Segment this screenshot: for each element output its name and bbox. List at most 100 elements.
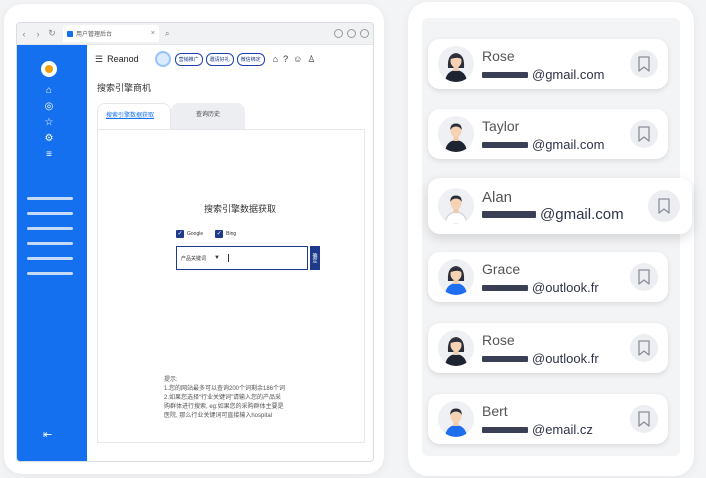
sidebar-item[interactable] (27, 212, 73, 215)
avatar (438, 188, 474, 224)
search-icon[interactable]: ⌕ (165, 29, 169, 39)
user-icon[interactable]: ♙ (307, 54, 315, 65)
check-icon: ✓ (215, 230, 224, 238)
contact-email: @gmail.com (482, 206, 624, 223)
logout-icon[interactable]: ⇤ (43, 428, 52, 441)
email-domain: @email.cz (532, 422, 593, 437)
contact-name: Bert (482, 403, 508, 419)
checkbox-google[interactable]: ✓ Google (176, 230, 203, 238)
contact-card[interactable]: Taylor @gmail.com (428, 109, 668, 159)
hint-line: 1.您的网站最多可以查询200个词剩余186个词 (164, 386, 286, 392)
home-outline-icon[interactable]: ⌂ (273, 54, 278, 65)
email-mask (482, 284, 528, 291)
composite-stage: ‹ › ↻ 用户管理后台 × ⌕ ⌂ ◎ ☆ ⚙ ≡ ⇤ ☰ Reanod 营销… (0, 0, 706, 478)
contact-name: Rose (482, 332, 515, 348)
tabs: 搜索引擎数据获取 查询历史 (97, 103, 245, 129)
app-sidebar: ⌂ ◎ ☆ ⚙ ≡ ⇤ (17, 45, 87, 461)
chat-icon[interactable]: ◎ (45, 101, 54, 112)
bookmark-button[interactable] (630, 405, 658, 433)
check-icon: ✓ (176, 230, 184, 238)
pill-marketing[interactable]: 营销推广 (174, 52, 203, 66)
contact-email: @email.cz (482, 422, 593, 437)
avatar (438, 401, 474, 437)
bookmark-button[interactable] (630, 50, 658, 78)
bookmark-button[interactable] (630, 334, 658, 362)
pill-wechat[interactable]: 微信绑定 (236, 52, 265, 66)
back-icon[interactable]: ‹ (17, 23, 31, 45)
female-avatar-icon (438, 259, 474, 295)
star-icon[interactable]: ☆ (45, 117, 54, 128)
contact-email: @gmail.com (482, 137, 604, 152)
sidebar-item[interactable] (27, 227, 73, 230)
phone-frame: Rose @gmail.com Taylor @gmail.com Alan @… (408, 2, 694, 476)
contact-name: Alan (482, 189, 513, 206)
avatar (438, 116, 474, 152)
chevron-down-icon[interactable]: ▼ (214, 255, 220, 261)
sidebar-item[interactable] (27, 272, 73, 275)
bookmark-icon (638, 126, 650, 142)
sidebar-item[interactable] (27, 242, 73, 245)
pill-invite[interactable]: 邀请好礼 (205, 52, 234, 66)
email-domain: @gmail.com (532, 137, 605, 152)
browser-toolbar-right (334, 29, 373, 38)
text-cursor (227, 254, 229, 262)
extension-icon[interactable] (360, 29, 369, 38)
sidebar-placeholder-items (27, 197, 73, 275)
menu-icon[interactable]: ≡ (46, 149, 52, 160)
hamburger-icon[interactable]: ☰ (95, 54, 103, 65)
contact-card[interactable]: Rose @gmail.com (428, 39, 668, 89)
assistant-bot-icon[interactable] (154, 51, 171, 67)
globe-icon[interactable] (347, 29, 356, 38)
avatar[interactable] (41, 61, 57, 77)
contact-card[interactable]: Rose @outlook.fr (428, 323, 668, 373)
email-mask (482, 355, 528, 362)
avatar (438, 330, 474, 366)
reload-icon[interactable]: ↻ (45, 23, 59, 45)
hint-text: 提示: 1.您的网站最多可以查询200个词剩余186个词 2.如果您选择“行业关… (164, 376, 324, 421)
history-icon[interactable] (334, 29, 343, 38)
keyword-input[interactable]: 产品关键词 ▼ (176, 246, 308, 270)
forward-icon[interactable]: › (31, 23, 45, 45)
female-avatar-icon (438, 330, 474, 366)
tab-history[interactable]: 查询历史 (171, 103, 245, 129)
panel-title: 搜索引擎数据获取 (204, 204, 277, 214)
tab-search-engine[interactable]: 搜索引擎数据获取 (97, 103, 171, 129)
contact-card[interactable]: Bert @email.cz (428, 394, 668, 444)
browser-window: ‹ › ↻ 用户管理后台 × ⌕ ⌂ ◎ ☆ ⚙ ≡ ⇤ ☰ Reanod 营销… (16, 22, 374, 462)
bookmark-button[interactable] (630, 263, 658, 291)
checkbox-label: Google (187, 231, 204, 237)
bookmark-icon (658, 198, 670, 214)
sidebar-item[interactable] (27, 257, 73, 260)
page-title: 搜索引擎商机 (97, 83, 152, 93)
male-avatar-icon (438, 188, 474, 224)
contact-email: @outlook.fr (482, 351, 599, 366)
checkbox-bing[interactable]: ✓ Bing (215, 230, 236, 238)
male-avatar-icon (438, 401, 474, 437)
browser-tab[interactable]: 用户管理后台 × (63, 25, 159, 42)
hint-line: 2.如果您选择“行业关键词”请输入您的产品采 (164, 395, 282, 401)
keyword-type-select[interactable]: 产品关键词 (181, 255, 206, 262)
tablet-frame: ‹ › ↻ 用户管理后台 × ⌕ ⌂ ◎ ☆ ⚙ ≡ ⇤ ☰ Reanod 营销… (4, 4, 384, 474)
contact-email: @gmail.com (482, 67, 604, 82)
top-pills: 营销推广 邀请好礼 微信绑定 (174, 52, 265, 66)
close-tab-icon[interactable]: × (151, 30, 155, 37)
contact-card[interactable]: Grace @outlook.fr (428, 252, 668, 302)
hint-line: 提示: (164, 377, 178, 383)
search-panel: 搜索引擎数据获取 ✓ Google ✓ Bing 产品关键词 ▼ 确定 提示: 1.… (97, 129, 365, 443)
app-topbar: ☰ Reanod 营销推广 邀请好礼 微信绑定 ⌂ ? ☺ ♙ (87, 45, 373, 73)
contact-card-highlighted[interactable]: Alan @gmail.com (428, 178, 692, 234)
female-avatar-icon (438, 46, 474, 82)
message-icon[interactable]: ☺ (293, 54, 302, 65)
bookmark-button[interactable] (648, 190, 680, 222)
checkbox-label: Bing (226, 231, 237, 237)
favicon-icon (67, 30, 73, 37)
help-icon[interactable]: ? (283, 54, 288, 65)
bookmark-button[interactable] (630, 120, 658, 148)
sidebar-item[interactable] (27, 197, 73, 200)
confirm-button[interactable]: 确定 (310, 246, 320, 270)
contact-name: Rose (482, 48, 515, 64)
gear-icon[interactable]: ⚙ (45, 133, 54, 144)
hint-line: 医院, 那么行业关键词可直接输入hospital (164, 413, 273, 419)
top-icons: ⌂ ? ☺ ♙ (273, 54, 316, 65)
home-icon[interactable]: ⌂ (46, 85, 52, 96)
